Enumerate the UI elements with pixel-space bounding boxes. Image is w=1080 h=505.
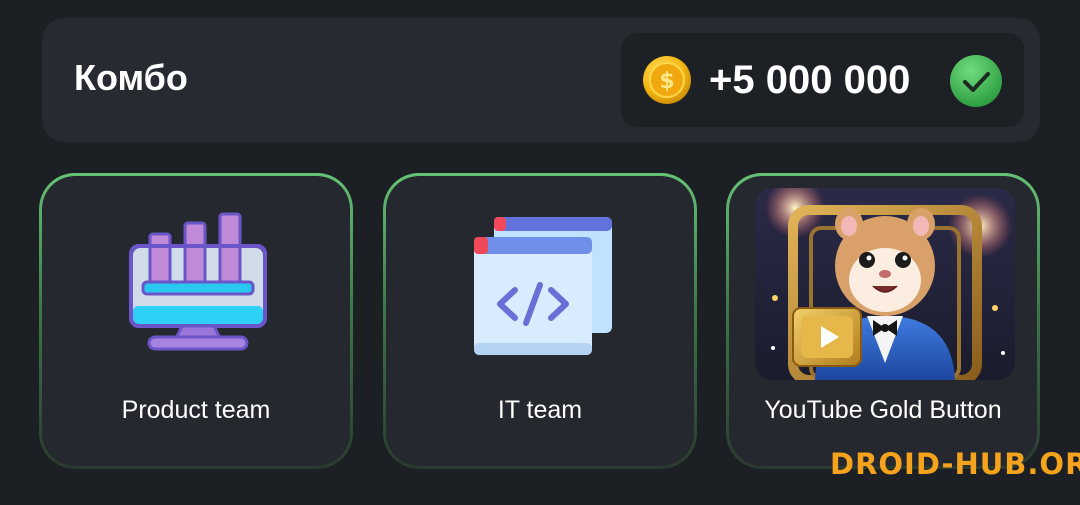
combo-title: Комбо <box>74 57 188 98</box>
svg-text:$: $ <box>659 69 674 94</box>
watermark: DROID-HUB.ORG <box>830 447 1080 481</box>
card-label: Product team <box>121 396 271 424</box>
hamster-gold-button-image <box>755 188 1015 380</box>
product-dashboard-icon <box>129 212 267 351</box>
card-label: YouTube Gold Button <box>764 396 1002 424</box>
card-label: IT team <box>497 396 583 424</box>
card-product-team[interactable]: Product team <box>39 173 353 469</box>
code-window-icon <box>474 217 612 355</box>
gold-coin-icon: $ <box>643 56 691 104</box>
reward-panel: $ +5 000 000 <box>621 33 1024 127</box>
combo-header: Комбо $ +5 000 000 <box>42 18 1040 142</box>
card-it-team[interactable]: IT team <box>383 173 697 469</box>
checkmark-icon <box>950 55 1002 107</box>
card-youtube-gold-button[interactable]: YouTube Gold Button <box>726 173 1040 469</box>
reward-amount: +5 000 000 <box>709 58 911 102</box>
